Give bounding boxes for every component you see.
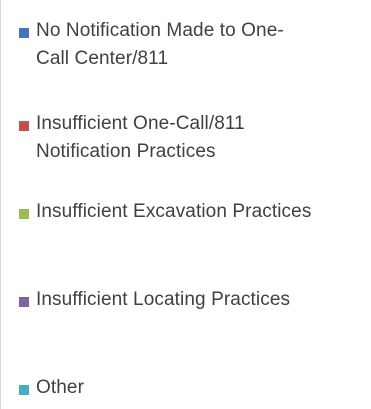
legend-swatch [19,209,29,219]
legend-swatch [19,121,29,131]
legend-item-insufficient-locating: Insufficient Locating Practices [19,286,369,314]
legend-item-no-notification: No Notification Made to One- Call Center/… [19,17,369,73]
legend-label: No Notification Made to One- Call Center/… [36,20,284,69]
legend-swatch [19,28,29,38]
legend-label: Insufficient One-Call/811 Notification Pr… [36,113,245,162]
legend-item-insufficient-notification: Insufficient One-Call/811 Notification Pr… [19,110,369,166]
legend-label: Insufficient Excavation Practices [36,201,312,222]
chart-legend: No Notification Made to One- Call Center/… [0,0,371,409]
legend-item-insufficient-excavation: Insufficient Excavation Practices [19,198,369,226]
legend-label: Other [36,377,85,398]
legend-swatch [19,297,29,307]
legend-label: Insufficient Locating Practices [36,289,291,310]
legend-item-other: Other [19,374,369,402]
legend-swatch [19,385,29,395]
